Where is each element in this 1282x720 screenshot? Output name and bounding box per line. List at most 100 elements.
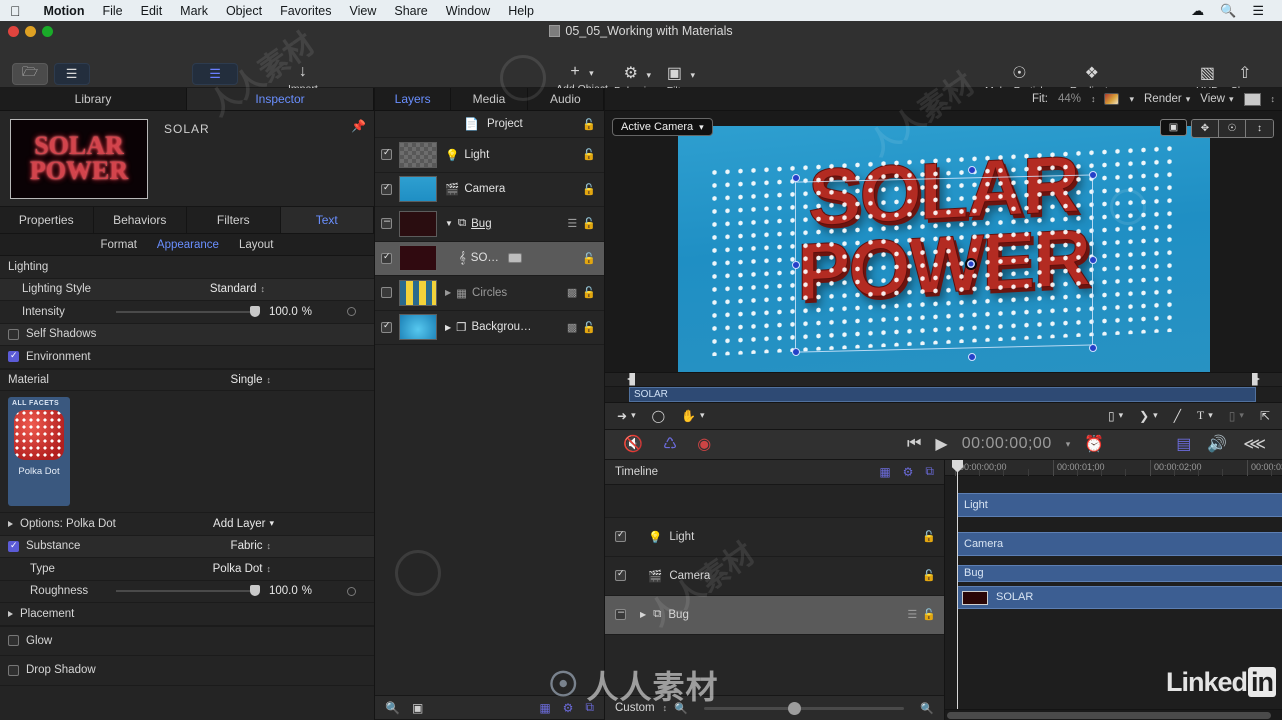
menu-item-help[interactable]: Help	[499, 4, 543, 18]
layer-row-bug[interactable]: ▼ ⧉ Bug ☰🔓	[375, 207, 604, 242]
canvas-bg-stepper-icon[interactable]: ↕	[1271, 94, 1275, 104]
loop-icon[interactable]: ♺	[663, 434, 677, 454]
roughness-value-wrap[interactable]: 100.0 %	[269, 585, 312, 597]
tab-properties[interactable]: Properties	[0, 207, 94, 233]
timeline-horizontal-scrollbar[interactable]	[945, 709, 1282, 720]
track-visibility-checkbox[interactable]	[615, 568, 626, 581]
render-menu[interactable]: Render	[1144, 93, 1182, 105]
timeline-playhead[interactable]	[952, 459, 963, 720]
add-layer-wrap[interactable]: Add Layer ▾	[213, 518, 274, 530]
stack-icon[interactable]: ☰	[907, 608, 917, 621]
lock-icon[interactable]: 🔓	[582, 148, 596, 161]
transport-timecode[interactable]: 00:00:00;00	[962, 435, 1052, 453]
timeline-ruler[interactable]: 00:00:00;00 00:00:01;00 00:00:02;00 00:0…	[945, 459, 1282, 476]
clock-icon[interactable]: ⏰	[1084, 434, 1104, 454]
lock-icon[interactable]: 🔓	[922, 569, 936, 582]
menu-item-window[interactable]: Window	[437, 4, 499, 18]
pin-icon[interactable]: 📌	[351, 119, 366, 133]
mini-timeline-ruler[interactable]	[605, 372, 1282, 387]
intensity-value-wrap[interactable]: 100.0 %	[269, 306, 312, 318]
lighting-style-row[interactable]: Lighting Style Standard ↕	[0, 278, 374, 301]
timeline-scroll-thumb[interactable]	[947, 712, 1271, 719]
selection-handle-bottom-right[interactable]	[1089, 344, 1097, 352]
timeline-row-bug-icons[interactable]: ☰ 🔓	[907, 608, 936, 621]
lock-icon[interactable]: 🔓	[582, 118, 596, 131]
layer-row-bug-icons[interactable]: ☰ 🔓	[567, 217, 596, 230]
rewind-icon[interactable]: ⋘	[1243, 434, 1266, 454]
substance-row[interactable]: Substance Fabric ↕	[0, 535, 374, 558]
menu-item-view[interactable]: View	[341, 4, 386, 18]
pan-3d-icon[interactable]: ✥	[1192, 120, 1219, 137]
roughness-reset-icon[interactable]	[347, 586, 356, 596]
substance-checkbox[interactable]	[8, 540, 19, 552]
stack-icon[interactable]: ☰	[567, 217, 577, 230]
intensity-row[interactable]: Intensity 100.0 %	[0, 301, 374, 324]
fit-stepper-icon[interactable]: ↕	[1091, 94, 1095, 104]
selection-handle-top-left[interactable]	[792, 174, 800, 182]
layer-row-project[interactable]: 📄 Project 🔓	[375, 111, 604, 138]
timeline-bar-bug[interactable]: Bug	[957, 564, 1282, 582]
tab-behaviors[interactable]: Behaviors	[94, 207, 187, 233]
selection-handle-bottom-center[interactable]	[968, 353, 976, 361]
paint-stroke-icon[interactable]: ╱	[1174, 409, 1181, 423]
timeline-zoom-knob[interactable]	[788, 701, 802, 715]
cloud-icon[interactable]: ☁	[1183, 3, 1212, 19]
selection-handle-top-right[interactable]	[1089, 171, 1097, 179]
gear-icon[interactable]: ⚙	[563, 701, 574, 715]
layer-row-background[interactable]: ▶ ❐ Backgrou… ▩🔓	[375, 311, 604, 345]
layer-visibility-checkbox[interactable]	[381, 182, 392, 195]
checkerboard-icon[interactable]: ▦	[539, 701, 550, 715]
facet-card-all-facets[interactable]: ALL FACETS Polka Dot	[8, 397, 70, 506]
lock-icon[interactable]: 🔓	[922, 608, 936, 621]
options-polka-dot-row[interactable]: Options: Polka Dot Add Layer ▾	[0, 513, 374, 536]
chevron-right-icon[interactable]: ▶	[640, 610, 646, 619]
subtab-appearance[interactable]: Appearance	[157, 239, 219, 251]
chevron-down-icon[interactable]: ▾	[1129, 94, 1134, 105]
minimize-window-button[interactable]	[25, 26, 36, 37]
menu-item-share[interactable]: Share	[385, 4, 436, 18]
search-icon[interactable]: 🔍	[385, 701, 400, 715]
timeline-bar-camera[interactable]: Camera	[957, 531, 1282, 556]
chevron-right-icon[interactable]: ▶	[445, 323, 451, 332]
glow-row[interactable]: Glow	[0, 625, 374, 656]
layout-icon[interactable]: ▣	[412, 701, 423, 715]
view-menu[interactable]: View	[1200, 93, 1225, 105]
window-controls[interactable]	[8, 26, 53, 37]
hand-tool[interactable]: ✋ ▾	[681, 409, 704, 423]
timeline-bar-light[interactable]: Light	[957, 492, 1282, 517]
checkerboard-icon[interactable]: ▦	[879, 465, 890, 479]
menu-item-file[interactable]: File	[93, 4, 131, 18]
fullscreen-icon[interactable]: ⇱	[1260, 409, 1270, 423]
tab-audio[interactable]: Audio	[528, 88, 604, 110]
3d-transform-icon[interactable]: ◯	[652, 409, 665, 423]
mask-tool[interactable]: ▯ ▾	[1229, 409, 1244, 423]
track-visibility-checkbox[interactable]	[615, 529, 626, 542]
mini-timeline[interactable]: SOLAR	[605, 371, 1282, 402]
placement-row[interactable]: Placement	[0, 603, 374, 626]
record-icon[interactable]: ◉	[697, 434, 711, 454]
chevron-down-icon[interactable]: ▾	[1186, 94, 1191, 105]
roughness-slider[interactable]	[116, 585, 260, 597]
window-icon[interactable]: ⧉	[585, 700, 594, 715]
menu-item-object[interactable]: Object	[217, 4, 271, 18]
go-to-start-icon[interactable]: ⏮	[907, 435, 921, 453]
chevron-right-icon[interactable]: ▶	[445, 288, 451, 297]
tab-media[interactable]: Media	[451, 88, 528, 110]
material-swatch-polka-dot[interactable]	[14, 410, 64, 460]
timing-icon[interactable]: ▩	[567, 321, 577, 334]
menu-item-favorites[interactable]: Favorites	[271, 4, 340, 18]
timeline-row-camera[interactable]: 🎬 Camera 🔓	[605, 557, 944, 596]
window-icon[interactable]: ⧉	[925, 464, 934, 479]
tab-inspector[interactable]: Inspector	[187, 88, 374, 110]
zoom-in-icon[interactable]: 🔍	[920, 702, 934, 715]
layer-visibility-checkbox[interactable]	[381, 320, 392, 333]
lock-icon[interactable]: 🔓	[582, 321, 596, 334]
apple-icon[interactable]: 	[10, 4, 21, 18]
mute-icon[interactable]: 🔇	[623, 434, 643, 454]
layer-visibility-checkbox[interactable]	[381, 215, 392, 230]
disclosure-triangle-icon[interactable]	[8, 610, 13, 617]
chevron-updown-icon[interactable]: ↕	[267, 564, 271, 574]
color-swatch-icon[interactable]	[1104, 93, 1120, 105]
search-icon[interactable]: 🔍	[1212, 3, 1244, 19]
shape-tool[interactable]: ▯ ▾	[1108, 409, 1123, 423]
